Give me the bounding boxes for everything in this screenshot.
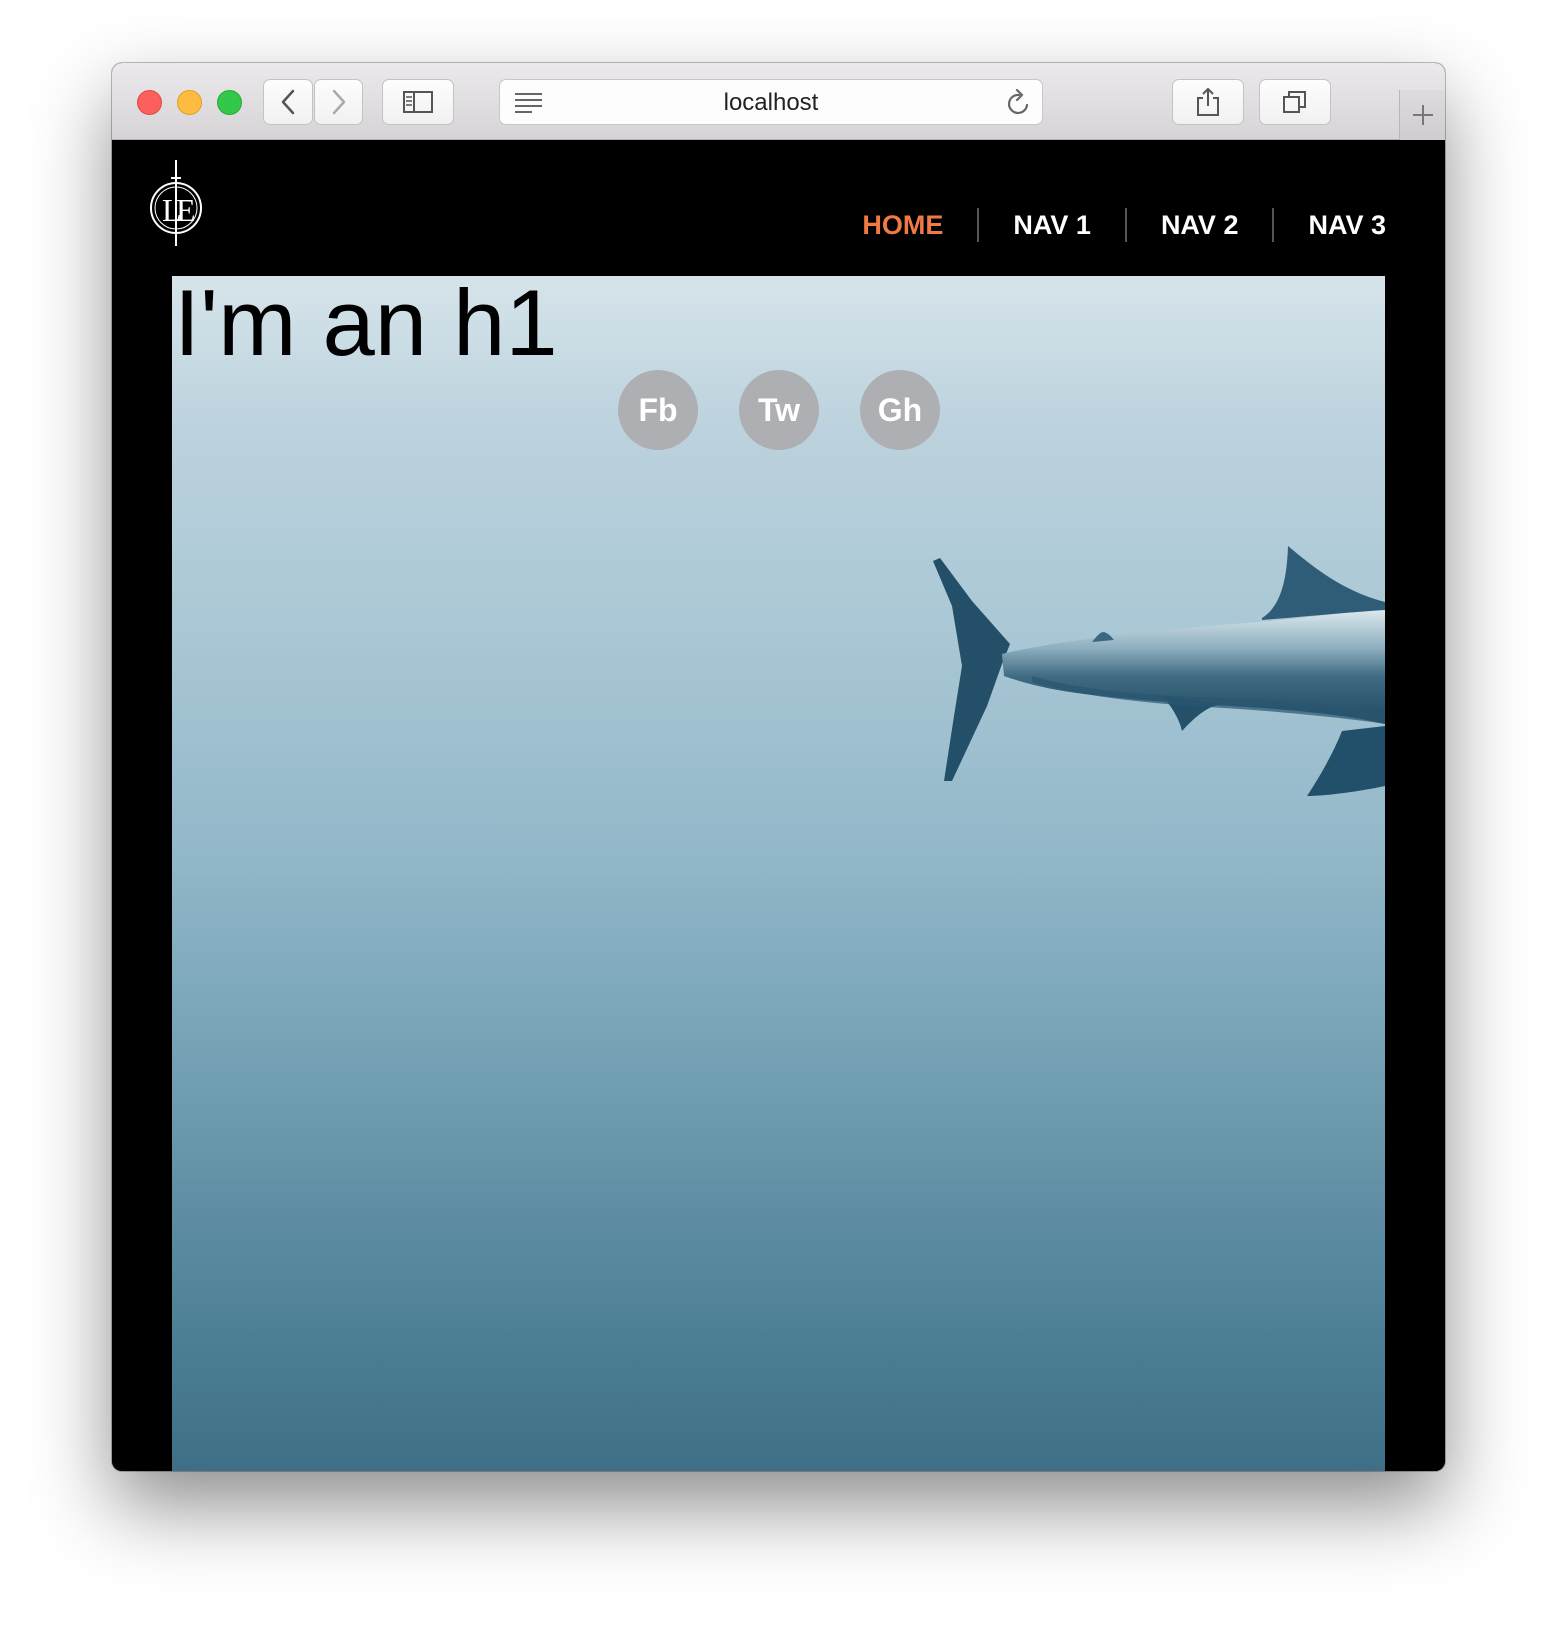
forward-button[interactable] xyxy=(314,79,363,125)
hero-section: I'm an h1 Fb Tw Gh xyxy=(172,276,1385,1471)
nav-2[interactable]: NAV 2 xyxy=(1127,208,1273,242)
back-button[interactable] xyxy=(263,79,313,125)
reload-icon[interactable] xyxy=(1006,88,1032,122)
sidebar-icon xyxy=(403,91,433,113)
minimize-window-button[interactable] xyxy=(177,90,202,115)
show-tabs-button[interactable] xyxy=(1259,79,1331,125)
site-logo[interactable]: L E xyxy=(148,158,204,253)
facebook-link[interactable]: Fb xyxy=(618,370,698,450)
address-bar[interactable]: localhost xyxy=(499,79,1043,125)
plus-icon xyxy=(1412,105,1433,125)
svg-text:E: E xyxy=(176,192,196,228)
back-icon xyxy=(281,89,295,115)
browser-toolbar: localhost xyxy=(112,63,1445,140)
main-nav: HOME NAV 1 NAV 2 NAV 3 xyxy=(828,208,1386,242)
url-text: localhost xyxy=(723,89,819,116)
nav-home[interactable]: HOME xyxy=(828,208,977,242)
nav-3[interactable]: NAV 3 xyxy=(1274,208,1386,242)
tabs-icon xyxy=(1283,91,1306,113)
share-icon xyxy=(1197,88,1219,116)
browser-window: localhost L E HOME NAV 1 NAV 2 NAV 3 I'm… xyxy=(112,63,1445,1471)
nav-1[interactable]: NAV 1 xyxy=(979,208,1125,242)
new-tab-button[interactable] xyxy=(1399,90,1445,140)
shark-image xyxy=(933,546,1385,796)
web-page: L E HOME NAV 1 NAV 2 NAV 3 I'm an h1 Fb … xyxy=(112,140,1445,1471)
zoom-window-button[interactable] xyxy=(217,90,242,115)
github-link[interactable]: Gh xyxy=(860,370,940,450)
page-heading: I'm an h1 xyxy=(174,276,558,375)
sidebar-button[interactable] xyxy=(382,79,454,125)
twitter-link[interactable]: Tw xyxy=(739,370,819,450)
forward-icon xyxy=(332,89,345,115)
close-window-button[interactable] xyxy=(137,90,162,115)
share-button[interactable] xyxy=(1172,79,1244,125)
